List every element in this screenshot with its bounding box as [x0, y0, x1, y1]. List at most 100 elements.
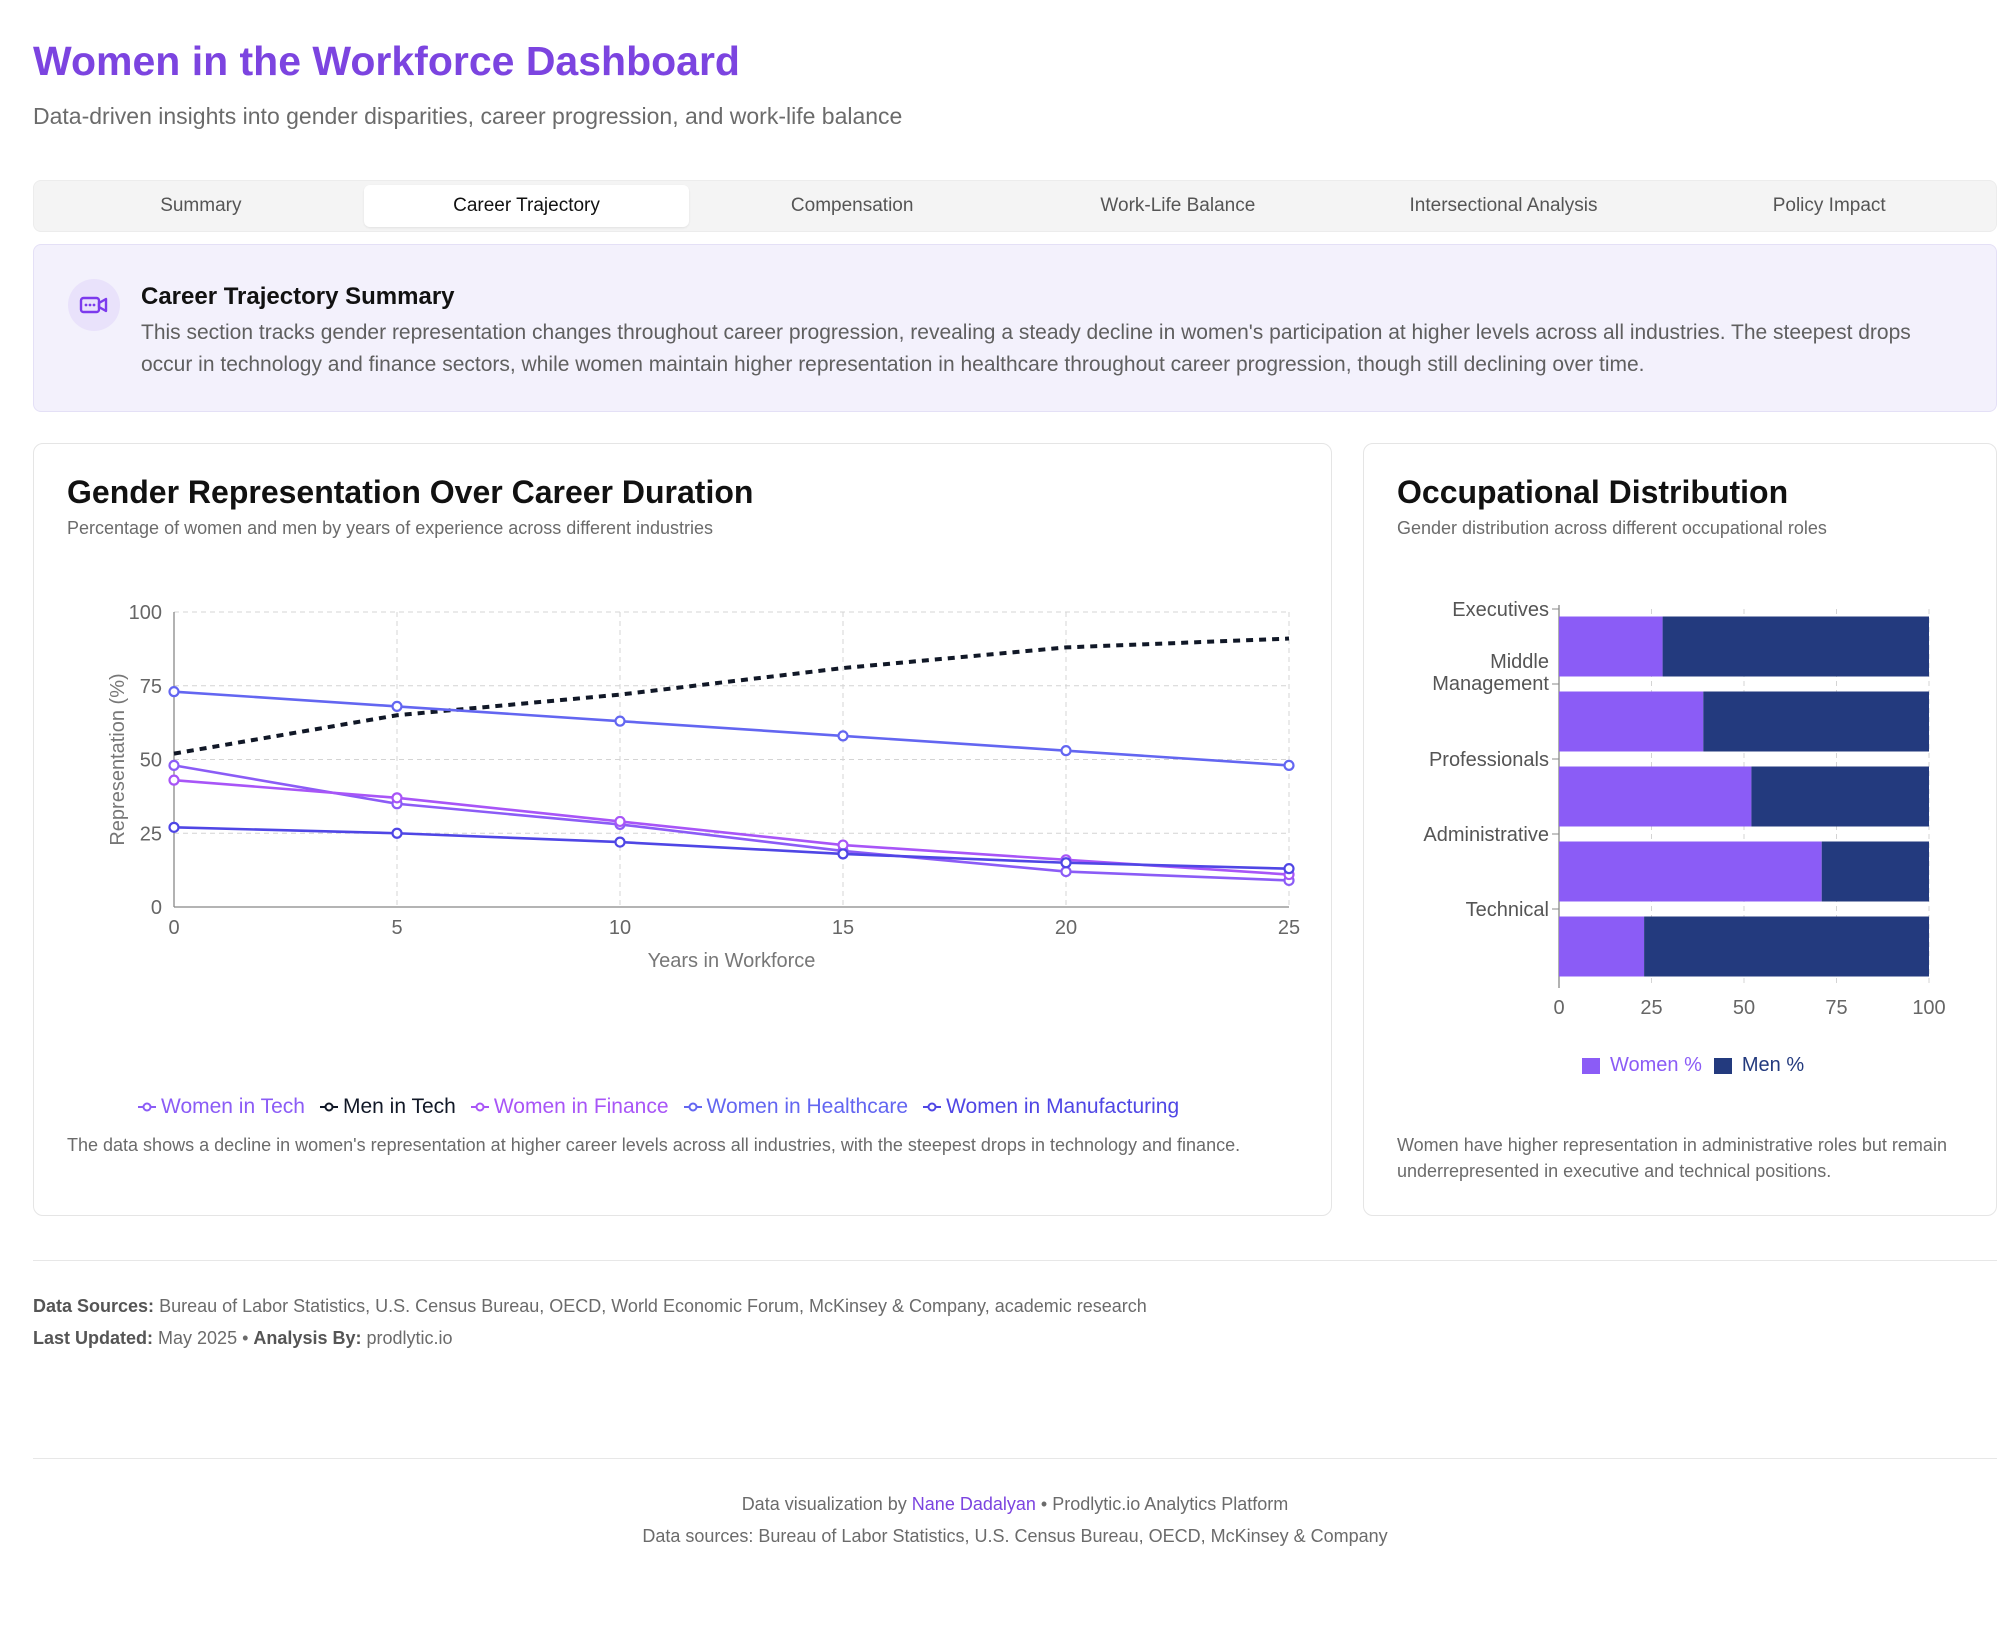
line-chart-subtitle: Percentage of women and men by years of …	[67, 518, 714, 538]
y-tick-label: 0	[151, 897, 162, 919]
legend-item-men[interactable]: Men %	[1713, 1054, 1805, 1077]
legend-marker-icon	[683, 1102, 702, 1112]
last-updated-value: May 2025	[158, 1328, 238, 1348]
y-tick-label: 100	[129, 602, 162, 624]
series-line-women-in-finance	[173, 778, 1290, 876]
legend-item-women-in-tech[interactable]: Women in Tech	[137, 1095, 305, 1119]
x-tick-label: 100	[1912, 997, 1945, 1019]
category-label: Professionals	[1429, 749, 1549, 771]
category-label: Administrative	[1423, 824, 1549, 846]
bar-women-executives	[1559, 616, 1663, 677]
x-tick-label: 25	[1640, 997, 1662, 1019]
bar-men-executives	[1662, 616, 1929, 677]
tab-summary[interactable]: Summary	[38, 185, 364, 227]
legend-marker-dot	[142, 1102, 152, 1112]
data-point-women-in-manufacturing	[1283, 863, 1295, 875]
y-tick-label: 50	[140, 750, 162, 772]
legend-label: Women in Manufacturing	[946, 1095, 1180, 1118]
data-sources: Data Sources: Bureau of Labor Statistics…	[33, 1296, 1147, 1317]
footer-sources: Data sources: Bureau of Labor Statistics…	[642, 1526, 1388, 1546]
series-line-women-in-healthcare	[173, 690, 1290, 767]
footer-divider	[33, 1458, 1997, 1459]
page-subtitle: Data-driven insights into gender dispari…	[33, 103, 903, 129]
x-tick-label: 10	[609, 917, 631, 939]
line-chart-note: The data shows a decline in women's repr…	[67, 1135, 1241, 1155]
legend-swatch	[1582, 1057, 1600, 1074]
y-axis-label: Representation (%)	[107, 673, 129, 845]
bar-men-technical	[1644, 916, 1929, 977]
bar-chart-note: Women have higher representation in admi…	[1397, 1135, 1947, 1181]
x-tick-label: 15	[832, 917, 854, 939]
legend-marker-dot	[927, 1102, 937, 1112]
last-updated-label: Last Updated:	[33, 1328, 154, 1348]
footer-credit: Data visualization by Nane Dadalyan • Pr…	[33, 1494, 1997, 1515]
data-point-women-in-tech	[1060, 866, 1072, 878]
legend-marker-icon	[470, 1102, 489, 1112]
tab-policy-impact[interactable]: Policy Impact	[1666, 185, 1992, 227]
x-tick-label: 20	[1055, 917, 1077, 939]
legend-item-women[interactable]: Women %	[1582, 1054, 1702, 1077]
data-point-women-in-finance	[391, 792, 403, 804]
legend-item-women-in-manufacturing[interactable]: Women in Manufacturing	[922, 1095, 1179, 1119]
series-line-men-in-tech	[173, 636, 1290, 756]
x-axis-label: Years in Workforce	[648, 950, 816, 972]
tab-intersectional-analysis[interactable]: Intersectional Analysis	[1341, 185, 1667, 227]
category-label: Executives	[1452, 599, 1549, 621]
legend-item-women-in-finance[interactable]: Women in Finance	[470, 1095, 669, 1119]
bar-women-administrative	[1559, 841, 1822, 902]
data-point-women-in-manufacturing	[168, 821, 180, 833]
data-point-women-in-manufacturing	[837, 848, 849, 860]
legend-marker-dot	[324, 1102, 334, 1112]
data-point-women-in-finance	[614, 815, 626, 828]
x-tick-label: 25	[1278, 917, 1300, 939]
y-tick-label: 75	[140, 676, 162, 698]
bar-chart-subtitle: Gender distribution across different occ…	[1397, 518, 1827, 538]
bar-women-professionals	[1559, 766, 1752, 827]
footer-prefix: Data visualization by	[741, 1494, 907, 1514]
data-point-women-in-healthcare	[1060, 745, 1072, 757]
analysis-by-label: Analysis By:	[253, 1328, 362, 1348]
legend-swatch	[1713, 1057, 1732, 1074]
tab-bar: Summary Career Trajectory Compensation W…	[33, 180, 1997, 232]
tab-career-trajectory[interactable]: Career Trajectory	[363, 185, 690, 227]
legend-item-women-in-healthcare[interactable]: Women in Healthcare	[683, 1095, 909, 1119]
divider	[33, 1260, 1997, 1261]
footer-platform: • Prodlytic.io Analytics Platform	[1040, 1494, 1289, 1514]
bar-women-middle-management	[1559, 691, 1704, 752]
data-point-women-in-healthcare	[614, 715, 626, 727]
bar-men-administrative	[1821, 841, 1929, 902]
update-info: Last Updated: May 2025 • Analysis By: pr…	[33, 1328, 453, 1348]
analysis-by-value: prodlytic.io	[366, 1328, 453, 1348]
category-label: Middle	[1490, 651, 1549, 673]
tab-compensation[interactable]: Compensation	[689, 185, 1015, 227]
summary-text: This section tracks gender representatio…	[141, 321, 1911, 376]
bar-men-middle-management	[1703, 691, 1929, 752]
data-point-women-in-manufacturing	[391, 827, 403, 839]
line-chart-card: Gender Representation Over Career Durati…	[33, 443, 1332, 1216]
legend-marker-dot	[688, 1102, 698, 1112]
legend-label: Women in Healthcare	[706, 1095, 909, 1118]
video-camera-icon	[68, 279, 120, 331]
x-tick-label: 0	[1553, 997, 1564, 1019]
data-point-women-in-healthcare	[837, 730, 849, 742]
legend-label: Men in Tech	[342, 1095, 456, 1118]
data-point-women-in-healthcare	[391, 700, 403, 712]
data-point-women-in-healthcare	[168, 686, 180, 698]
line-chart: 0 25 50 75 100 0 5 10 15 20 25 Years in Workforce Re…	[107, 602, 1300, 972]
x-tick-label: 50	[1733, 997, 1755, 1019]
data-point-women-in-tech	[168, 759, 180, 771]
legend-label: Men %	[1741, 1054, 1805, 1076]
category-label: Management	[1432, 673, 1549, 695]
data-sources-label: Data Sources:	[33, 1296, 155, 1316]
tab-work-life-balance[interactable]: Work-Life Balance	[1015, 185, 1341, 227]
category-label: Technical	[1466, 899, 1549, 921]
x-tick-label: 5	[391, 917, 402, 939]
summary-panel: Career Trajectory Summary This section t…	[33, 244, 1997, 412]
summary-title: Career Trajectory Summary	[141, 283, 455, 310]
data-point-women-in-finance	[168, 774, 180, 786]
legend-item-men-in-tech[interactable]: Men in Tech	[319, 1095, 456, 1119]
x-tick-label: 0	[168, 917, 179, 939]
data-point-women-in-finance	[837, 839, 849, 851]
author-link[interactable]: Nane Dadalyan	[912, 1494, 1036, 1514]
bar-men-professionals	[1751, 766, 1929, 827]
